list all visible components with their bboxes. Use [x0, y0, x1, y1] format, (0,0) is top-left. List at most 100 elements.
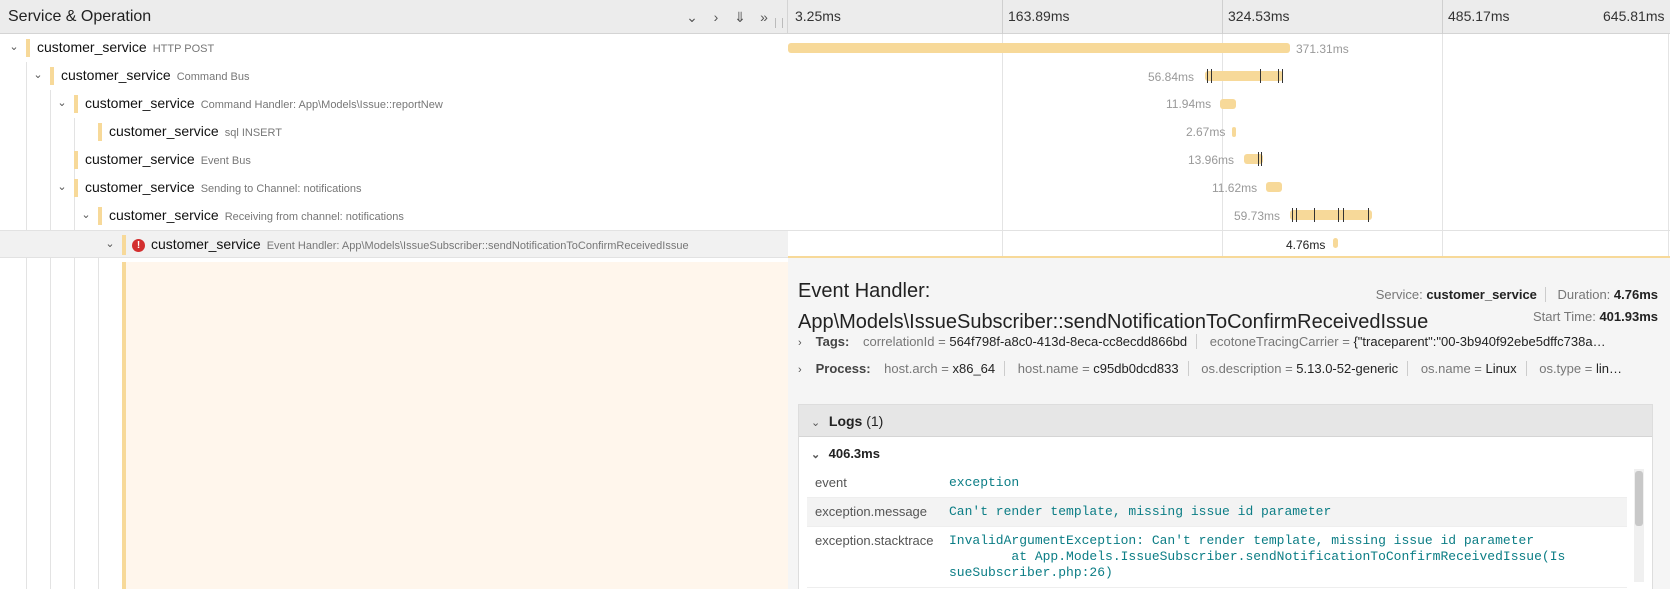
process-key: host.name [1017, 361, 1079, 376]
service-name: customer_service [85, 95, 195, 111]
tree-controls: ⌄ › ⇓ » [680, 6, 776, 28]
chevron-down-icon[interactable]: ⌄ [104, 238, 116, 250]
timeline-gridline [1002, 34, 1003, 256]
time-tick: 3.25ms [795, 8, 841, 24]
span-row[interactable]: customer_service Event Bus [0, 146, 788, 174]
span-bar[interactable] [1220, 99, 1236, 109]
chevron-down-icon[interactable]: ⌄ [680, 6, 704, 28]
log-marker [1282, 69, 1283, 83]
operation-name: sql INSERT [224, 127, 282, 139]
tag-value: 564f798f-a8c0-413d-8eca-cc8ecdd866bd [949, 334, 1188, 349]
log-marker [1258, 152, 1259, 166]
service-color-bar [98, 207, 102, 225]
double-chevron-down-icon[interactable]: ⇓ [728, 6, 752, 28]
detail-indent-area [122, 262, 788, 589]
span-bar[interactable] [1290, 210, 1372, 220]
log-entry-header[interactable]: ⌄ 406.3ms [799, 437, 1652, 470]
time-tick: 163.89ms [1008, 8, 1070, 24]
process-value: c95db0dcd833 [1093, 361, 1179, 376]
log-field-key: exception.message [815, 504, 928, 519]
logs-label: Logs [828, 413, 863, 429]
process-label: Process: [815, 361, 871, 376]
time-tick: 324.53ms [1228, 8, 1290, 24]
span-bar[interactable] [1205, 71, 1283, 81]
log-marker [1278, 69, 1279, 83]
chevron-down-icon[interactable]: ⌄ [56, 97, 68, 109]
tag-key: ecotoneTracingCarrier [1209, 334, 1339, 349]
span-row[interactable]: ⌄ customer_service HTTP POST [0, 34, 788, 62]
log-field-value: InvalidArgumentException: Can't render t… [949, 533, 1566, 580]
tag-key: correlationId [862, 334, 935, 349]
span-row[interactable]: ⌄ customer_service Command Handler: App\M… [0, 90, 788, 118]
timeline-gridline [1668, 34, 1669, 256]
service-name: customer_service [85, 179, 195, 195]
span-label: customer_service Receiving from channel: … [109, 207, 404, 223]
span-duration-label: 2.67ms [1186, 125, 1226, 139]
log-field-key: event [815, 475, 847, 490]
time-tick: 485.17ms [1448, 8, 1510, 24]
chevron-down-icon[interactable]: ⌄ [32, 69, 44, 81]
chevron-right-icon[interactable]: › [798, 364, 812, 376]
span-bar[interactable] [1232, 127, 1236, 137]
process-key: host.arch [884, 361, 938, 376]
span-row[interactable]: ⌄ customer_service Command Bus [0, 62, 788, 90]
process-value: Linux [1485, 361, 1517, 376]
span-row[interactable]: ⌄ customer_service Sending to Channel: no… [0, 174, 788, 202]
log-marker [1211, 69, 1212, 83]
service-meta-value: customer_service [1426, 287, 1537, 302]
chevron-down-icon[interactable]: ⌄ [80, 209, 92, 221]
span-duration-label: 13.96ms [1188, 153, 1235, 167]
span-row-selected[interactable]: ⌄ ! customer_service Event Handler: App\Mo… [0, 230, 788, 258]
service-operation-header: Service & Operation ⌄ › ⇓ » [0, 0, 788, 34]
span-label: customer_service Event Bus [85, 151, 251, 167]
operation-name: Receiving from channel: notifications [224, 211, 404, 223]
log-marker [1343, 208, 1344, 222]
scrollbar-thumb[interactable] [1635, 471, 1643, 526]
span-label: customer_service Sending to Channel: noti… [85, 179, 362, 195]
span-detail-meta: Service: customer_service Duration: 4.76… [1376, 284, 1658, 328]
tick-divider [1222, 0, 1223, 34]
span-bar[interactable] [1266, 182, 1282, 192]
operation-name: Sending to Channel: notifications [200, 183, 362, 195]
tick-divider [1002, 0, 1003, 34]
service-color-bar [26, 39, 30, 57]
process-value: x86_64 [952, 361, 996, 376]
log-field-row: event exception [807, 469, 1627, 498]
span-label: customer_service Command Handler: App\Mod… [85, 95, 443, 111]
span-detail-title: Event Handler: App\Models\IssueSubscribe… [798, 280, 1429, 333]
span-bar[interactable] [1333, 238, 1338, 248]
tags-row[interactable]: › Tags: correlationId = 564f798f-a8c0-41… [798, 334, 1653, 349]
chevron-down-icon[interactable]: ⌄ [811, 448, 825, 461]
span-duration-label: 371.31ms [1296, 42, 1349, 56]
log-marker [1260, 69, 1261, 83]
service-name: customer_service [61, 67, 171, 83]
tag-value: {"traceparent":"00-3b940f92ebe5dffc738a… [1353, 334, 1606, 349]
chevron-down-icon[interactable]: ⌄ [8, 41, 20, 53]
span-row[interactable]: customer_service sql INSERT [0, 118, 788, 146]
column-resize-handle[interactable] [775, 18, 783, 28]
chevron-right-icon[interactable]: › [704, 6, 728, 28]
selected-span-timeline-row[interactable]: 4.76ms [788, 230, 1670, 256]
chevron-down-icon[interactable]: ⌄ [56, 181, 68, 193]
span-row[interactable]: ⌄ customer_service Receiving from channel… [0, 202, 788, 230]
trace-header: Service & Operation ⌄ › ⇓ » 3.25ms 163.8… [0, 0, 1670, 34]
log-marker [1261, 152, 1262, 166]
span-label: customer_service Command Bus [61, 67, 249, 83]
span-bar[interactable] [788, 43, 1290, 53]
tick-divider [1442, 0, 1443, 34]
chevron-right-icon[interactable]: › [798, 337, 812, 349]
chevron-down-icon[interactable]: ⌄ [811, 416, 825, 429]
operation-name: HTTP POST [152, 43, 215, 55]
log-field-value: Can't render template, missing issue id … [949, 504, 1332, 519]
double-chevron-right-icon[interactable]: » [752, 6, 776, 28]
error-icon: ! [132, 239, 145, 252]
log-scrollbar[interactable] [1634, 469, 1644, 582]
span-detail-panel: Event Handler: App\Models\IssueSubscribe… [788, 256, 1670, 589]
duration-meta-label: Duration: [1557, 287, 1611, 302]
process-row[interactable]: › Process: host.arch = x86_64 host.name … [798, 361, 1653, 376]
logs-header[interactable]: ⌄ Logs (1) [799, 405, 1652, 437]
service-name: customer_service [109, 207, 219, 223]
service-color-bar [50, 67, 54, 85]
timeline-gridline [1442, 34, 1443, 256]
span-duration-label: 11.94ms [1166, 97, 1212, 111]
